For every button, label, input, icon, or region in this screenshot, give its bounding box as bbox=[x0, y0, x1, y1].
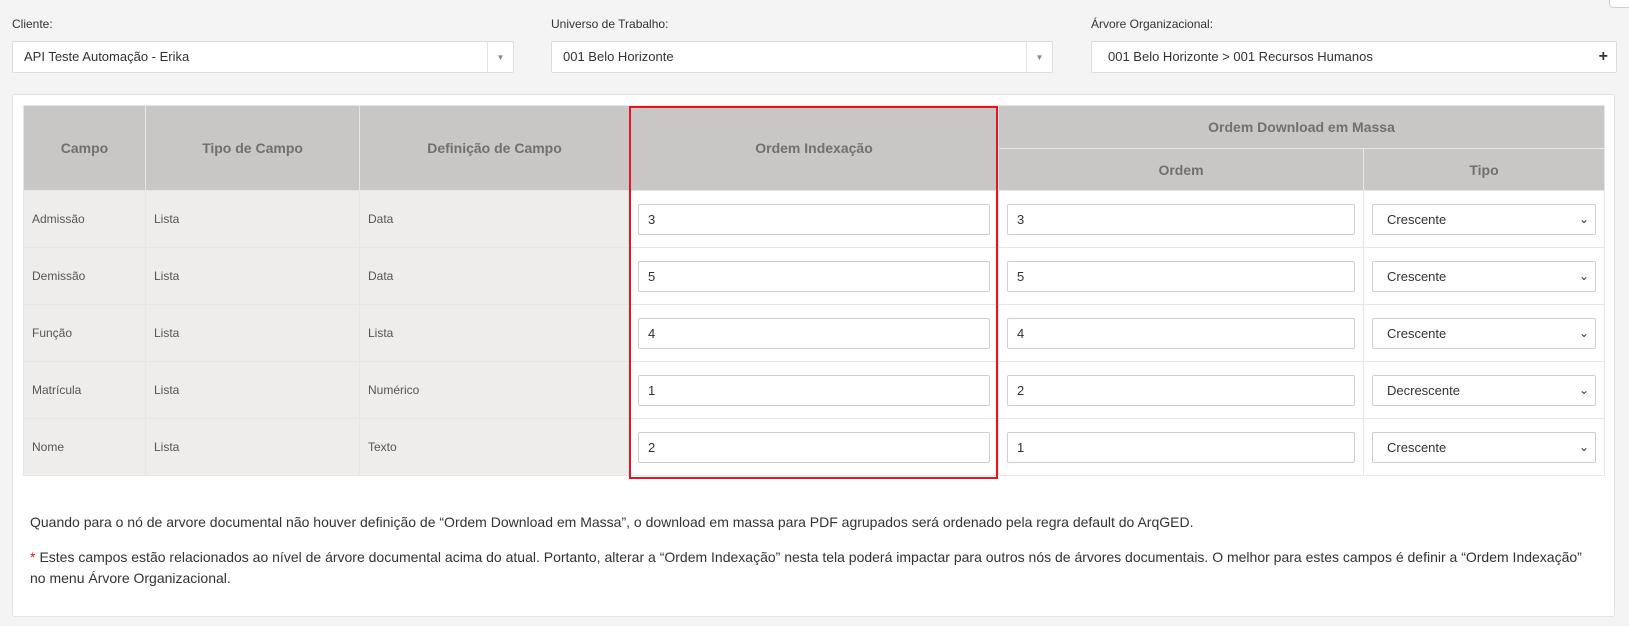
header-ordem: Ordem bbox=[998, 148, 1364, 191]
tipo-campo-cell: Lista bbox=[145, 361, 360, 419]
notes-section: Quando para o nó de arvore documental nã… bbox=[30, 512, 1600, 603]
header-tipo-campo: Tipo de Campo bbox=[145, 105, 360, 191]
tipo-campo-cell: Lista bbox=[145, 247, 360, 305]
filter-universo: Universo de Trabalho: 001 Belo Horizonte… bbox=[551, 16, 1053, 73]
chevron-down-icon: ⌄ bbox=[1578, 268, 1589, 283]
tipo-value: Crescente bbox=[1387, 268, 1447, 284]
header-ordem-indexacao: Ordem Indexação bbox=[629, 105, 999, 191]
ordem-cell bbox=[998, 418, 1364, 476]
chevron-down-icon: ⌄ bbox=[1578, 439, 1589, 454]
ordem-indexacao-cell bbox=[629, 190, 999, 248]
tipo-select[interactable]: Crescente ⌄ bbox=[1372, 203, 1596, 235]
tipo-campo-cell: Lista bbox=[145, 190, 360, 248]
ordem-download-input[interactable] bbox=[1007, 374, 1355, 406]
note-indexacao: * Estes campos estão relacionados ao níve… bbox=[30, 547, 1600, 589]
ordem-download-input[interactable] bbox=[1007, 431, 1355, 463]
tipo-cell: Crescente ⌄ bbox=[1363, 418, 1605, 476]
ordem-cell bbox=[998, 361, 1364, 419]
chevron-down-icon: ⌄ bbox=[1578, 382, 1589, 397]
ordem-indexacao-cell bbox=[629, 304, 999, 362]
filter-arvore: Árvore Organizacional: 001 Belo Horizont… bbox=[1091, 16, 1617, 73]
ordem-indexacao-cell bbox=[629, 418, 999, 476]
definicao-cell: Lista bbox=[359, 304, 630, 362]
ordem-indexacao-cell bbox=[629, 247, 999, 305]
filter-cliente: Cliente: API Teste Automação - Erika ▼ bbox=[12, 16, 514, 73]
table-row: Admissão Lista Data Crescente ⌄ bbox=[23, 190, 1605, 248]
ordem-cell bbox=[998, 247, 1364, 305]
table-row: Nome Lista Texto Crescente ⌄ bbox=[23, 418, 1605, 476]
header-definicao: Definição de Campo bbox=[359, 105, 630, 191]
tipo-value: Crescente bbox=[1387, 211, 1447, 227]
definicao-cell: Data bbox=[359, 190, 630, 248]
header-download-group: Ordem Download em Massa bbox=[998, 105, 1605, 149]
chevron-down-icon: ⌄ bbox=[1578, 211, 1589, 226]
arvore-label: Árvore Organizacional: bbox=[1091, 17, 1214, 31]
ordem-indexacao-input[interactable] bbox=[638, 260, 990, 292]
tipo-cell: Crescente ⌄ bbox=[1363, 190, 1605, 248]
tipo-campo-cell: Lista bbox=[145, 304, 360, 362]
arvore-value: 001 Belo Horizonte > 001 Recursos Humano… bbox=[1108, 49, 1373, 64]
required-star: * bbox=[30, 549, 36, 565]
ordem-download-input[interactable] bbox=[1007, 260, 1355, 292]
header-tipo: Tipo bbox=[1363, 148, 1605, 191]
definicao-cell: Numérico bbox=[359, 361, 630, 419]
cliente-value: API Teste Automação - Erika bbox=[24, 49, 190, 64]
tipo-select[interactable]: Crescente ⌄ bbox=[1372, 431, 1596, 463]
ordem-indexacao-input[interactable] bbox=[638, 317, 990, 349]
add-icon[interactable]: + bbox=[1599, 42, 1608, 72]
campo-cell: Admissão bbox=[23, 190, 146, 248]
note-indexacao-text: Estes campos estão relacionados ao nível… bbox=[30, 549, 1582, 586]
universo-value: 001 Belo Horizonte bbox=[563, 49, 674, 64]
ordem-download-input[interactable] bbox=[1007, 317, 1355, 349]
cliente-label: Cliente: bbox=[12, 17, 53, 31]
ordem-cell bbox=[998, 190, 1364, 248]
tipo-select[interactable]: Decrescente ⌄ bbox=[1372, 374, 1596, 406]
tipo-cell: Crescente ⌄ bbox=[1363, 304, 1605, 362]
universo-label: Universo de Trabalho: bbox=[551, 17, 669, 31]
filters-bar: Cliente: API Teste Automação - Erika ▼ U… bbox=[12, 16, 1617, 76]
tipo-value: Crescente bbox=[1387, 439, 1447, 455]
ordem-cell bbox=[998, 304, 1364, 362]
ordem-indexacao-input[interactable] bbox=[638, 431, 990, 463]
table-row: Matrícula Lista Numérico Decrescente ⌄ bbox=[23, 361, 1605, 419]
chevron-down-icon: ▼ bbox=[487, 42, 513, 72]
cliente-select[interactable]: API Teste Automação - Erika ▼ bbox=[12, 41, 514, 73]
campo-cell: Demissão bbox=[23, 247, 146, 305]
arvore-select[interactable]: 001 Belo Horizonte > 001 Recursos Humano… bbox=[1091, 41, 1617, 73]
tipo-cell: Decrescente ⌄ bbox=[1363, 361, 1605, 419]
tipo-select[interactable]: Crescente ⌄ bbox=[1372, 260, 1596, 292]
table-row: Demissão Lista Data Crescente ⌄ bbox=[23, 247, 1605, 305]
tipo-cell: Crescente ⌄ bbox=[1363, 247, 1605, 305]
tipo-value: Crescente bbox=[1387, 325, 1447, 341]
ordem-indexacao-input[interactable] bbox=[638, 203, 990, 235]
ordem-indexacao-cell bbox=[629, 361, 999, 419]
corner-tab[interactable] bbox=[1609, 0, 1629, 8]
campo-cell: Matrícula bbox=[23, 361, 146, 419]
table-row: Função Lista Lista Crescente ⌄ bbox=[23, 304, 1605, 362]
chevron-down-icon: ⌄ bbox=[1578, 325, 1589, 340]
fields-table: Campo Tipo de Campo Definição de Campo O… bbox=[23, 105, 1605, 476]
ordem-download-input[interactable] bbox=[1007, 203, 1355, 235]
note-default-order: Quando para o nó de arvore documental nã… bbox=[30, 514, 1194, 530]
definicao-cell: Texto bbox=[359, 418, 630, 476]
chevron-down-icon: ▼ bbox=[1026, 42, 1052, 72]
campo-cell: Nome bbox=[23, 418, 146, 476]
universo-select[interactable]: 001 Belo Horizonte ▼ bbox=[551, 41, 1053, 73]
ordem-indexacao-input[interactable] bbox=[638, 374, 990, 406]
header-campo: Campo bbox=[23, 105, 146, 191]
tipo-campo-cell: Lista bbox=[145, 418, 360, 476]
tipo-select[interactable]: Crescente ⌄ bbox=[1372, 317, 1596, 349]
campo-cell: Função bbox=[23, 304, 146, 362]
tipo-value: Decrescente bbox=[1387, 382, 1460, 398]
definicao-cell: Data bbox=[359, 247, 630, 305]
